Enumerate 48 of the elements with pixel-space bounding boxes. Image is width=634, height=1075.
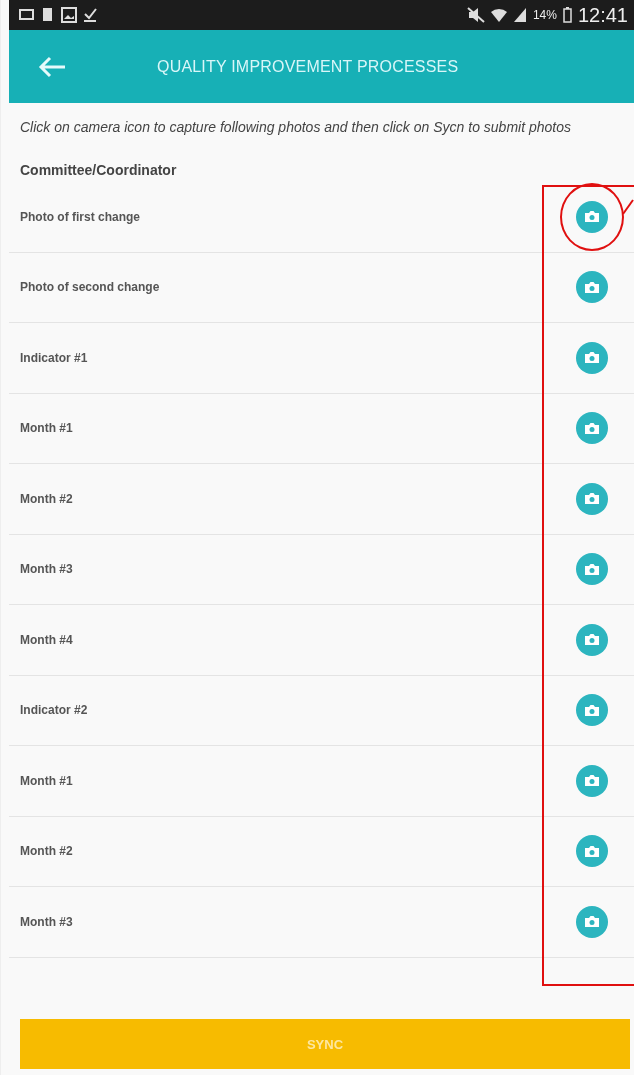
photo-label: Month #1 xyxy=(20,421,73,436)
screen-title: QUALITY IMPROVEMENT PROCESSES xyxy=(157,57,459,76)
photo-label: Month #4 xyxy=(20,632,73,647)
camera-button[interactable] xyxy=(576,694,608,727)
camera-button[interactable] xyxy=(576,482,608,515)
camera-icon xyxy=(584,774,600,788)
camera-icon xyxy=(584,351,600,365)
camera-button[interactable] xyxy=(576,271,608,304)
camera-icon xyxy=(584,633,600,647)
signal-icon xyxy=(512,7,527,23)
camera-icon xyxy=(584,280,600,294)
wifi-icon xyxy=(490,7,507,23)
battery-percentage: 14% xyxy=(532,8,557,22)
camera-button[interactable] xyxy=(576,623,608,656)
document-icon xyxy=(41,7,55,23)
photo-label: Month #1 xyxy=(20,773,73,788)
photo-label: Photo of first change xyxy=(20,209,140,224)
photo-label: Month #3 xyxy=(20,562,73,577)
camera-icon xyxy=(584,210,600,224)
photo-label: Indicator #2 xyxy=(20,703,88,718)
sync-button[interactable]: SYNC xyxy=(20,1019,630,1069)
back-button[interactable] xyxy=(37,54,67,79)
back-arrow-icon xyxy=(37,54,67,79)
download-check-icon xyxy=(83,7,97,23)
camera-icon xyxy=(584,562,600,576)
camera-button[interactable] xyxy=(576,412,608,445)
photo-label: Month #2 xyxy=(20,491,73,506)
clock-time: 12:41 xyxy=(577,3,628,27)
camera-icon xyxy=(584,844,600,858)
section-title: Committee/Coordinator xyxy=(20,162,178,178)
camera-icon xyxy=(584,421,600,435)
photo-label: Month #3 xyxy=(20,914,73,929)
image-icon xyxy=(61,7,77,23)
camera-button[interactable] xyxy=(576,553,608,586)
camera-icon xyxy=(584,915,600,929)
camera-button[interactable] xyxy=(576,341,608,374)
camera-icon xyxy=(584,492,600,506)
photo-label: Photo of second change xyxy=(20,280,160,295)
photo-label: Month #2 xyxy=(20,844,73,859)
camera-button[interactable] xyxy=(576,764,608,797)
mute-icon xyxy=(466,7,485,23)
camera-button[interactable] xyxy=(576,835,608,868)
camera-button[interactable] xyxy=(576,905,608,938)
battery-icon xyxy=(562,7,572,23)
photo-label: Indicator #1 xyxy=(20,350,88,365)
camera-icon xyxy=(584,703,600,717)
instruction-text: Click on camera icon to capture following photos and then click on Sycn to submit photos xyxy=(20,118,572,137)
camera-button[interactable] xyxy=(576,200,608,233)
